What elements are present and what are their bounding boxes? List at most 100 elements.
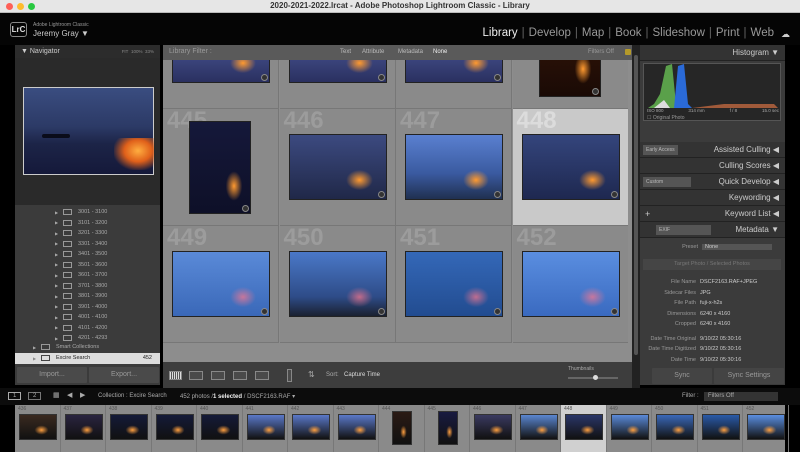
collection-excire-search[interactable]: ▶ Excire Search 452 xyxy=(15,353,160,364)
disclosure-icon[interactable]: ▶ xyxy=(55,315,63,320)
filmstrip-thumbnail[interactable] xyxy=(292,414,330,440)
folder-item[interactable]: ▶ 3501 - 3600 xyxy=(15,260,160,271)
filmstrip-filter-dropdown[interactable]: Filters Off xyxy=(704,392,778,401)
metadata-value[interactable]: JPG xyxy=(700,290,711,296)
metadata-value[interactable]: 9/10/22 05:30:16 xyxy=(700,336,741,342)
folder-item[interactable]: ▶ 3301 - 3400 xyxy=(15,239,160,250)
filmstrip-thumbnail[interactable] xyxy=(519,414,558,440)
photo-thumbnail[interactable] xyxy=(172,60,270,83)
disclosure-icon[interactable]: ▶ xyxy=(55,210,63,215)
loupe-view-icon[interactable] xyxy=(189,371,203,380)
navigator-header[interactable]: ▼ Navigator FIT 100% 33% xyxy=(15,45,160,58)
histogram-header[interactable]: Histogram ▼ xyxy=(640,45,785,61)
grid-cell[interactable]: 452 xyxy=(512,226,628,343)
photo-thumbnail[interactable] xyxy=(405,60,503,83)
module-web[interactable]: Web xyxy=(747,27,778,39)
grid-cell[interactable]: 446 xyxy=(279,109,396,226)
grid-cell[interactable]: 450 xyxy=(279,226,396,343)
forward-icon[interactable]: ▶ xyxy=(80,391,85,399)
main-window-button[interactable]: 1 xyxy=(8,392,22,400)
user-menu[interactable]: Jeremy Gray ▼ xyxy=(33,29,89,38)
grid-icon[interactable]: ▦ xyxy=(53,391,60,399)
zoom-100[interactable]: 100% xyxy=(131,49,143,54)
photo-thumbnail[interactable] xyxy=(172,251,270,317)
filmstrip-thumbnail[interactable] xyxy=(201,414,239,440)
filmstrip-cell[interactable]: 442 xyxy=(288,405,334,452)
sort-dropdown[interactable]: Capture Time xyxy=(344,372,380,378)
filmstrip-cell[interactable]: 436 xyxy=(15,405,61,452)
compare-view-icon[interactable] xyxy=(211,371,225,380)
sync-button[interactable]: Sync xyxy=(652,368,712,384)
folder-item[interactable]: ▶ 3001 - 3100 xyxy=(15,207,160,218)
photo-thumbnail[interactable] xyxy=(521,134,620,200)
filmstrip-cell[interactable]: 445 xyxy=(425,405,470,452)
disclosure-icon[interactable]: ▶ xyxy=(55,294,63,299)
grid-cell[interactable]: 451 xyxy=(396,226,512,343)
folder-item[interactable]: ▶ 3901 - 4000 xyxy=(15,302,160,313)
filmstrip-thumbnail[interactable] xyxy=(437,411,458,445)
filmstrip-cell[interactable]: 448 xyxy=(561,405,607,452)
disclosure-icon[interactable]: ▶ xyxy=(55,241,63,246)
filmstrip-cell[interactable]: 443 xyxy=(334,405,379,452)
filmstrip-cell[interactable]: 450 xyxy=(652,405,698,452)
folder-item[interactable]: ▶ 3601 - 3700 xyxy=(15,270,160,281)
filmstrip-cell[interactable]: 446 xyxy=(470,405,516,452)
grid-view-icon[interactable] xyxy=(169,371,182,380)
filmstrip-thumbnail[interactable] xyxy=(747,414,785,440)
filmstrip-thumbnail[interactable] xyxy=(155,414,194,440)
folder-item[interactable]: ▶ 3201 - 3300 xyxy=(15,228,160,239)
photo-thumbnail[interactable] xyxy=(521,251,620,317)
filmstrip-thumbnail[interactable] xyxy=(64,414,103,440)
filmstrip-cell[interactable]: 438 xyxy=(106,405,152,452)
disclosure-icon[interactable]: ▶ xyxy=(55,304,63,309)
smart-collections[interactable]: ▶ Smart Collections xyxy=(15,342,160,353)
metadata-value[interactable]: 6240 x 4160 xyxy=(700,321,730,327)
folder-item[interactable]: ▶ 3801 - 3900 xyxy=(15,291,160,302)
module-print[interactable]: Print xyxy=(712,27,744,39)
filmstrip-cell[interactable]: 452 xyxy=(743,405,789,452)
filmstrip-cell[interactable]: 440 xyxy=(197,405,243,452)
filmstrip-thumbnail[interactable] xyxy=(610,414,649,440)
folder-item[interactable]: ▶ 3701 - 3800 xyxy=(15,281,160,292)
quick-develop-preset[interactable]: Custom xyxy=(643,177,691,187)
survey-view-icon[interactable] xyxy=(233,371,247,380)
photo-thumbnail[interactable] xyxy=(538,60,601,97)
add-keyword-icon[interactable]: + xyxy=(645,206,650,222)
filmstrip-cell[interactable]: 447 xyxy=(516,405,561,452)
filter-attribute[interactable]: Attribute xyxy=(362,49,384,55)
disclosure-icon[interactable]: ▶ xyxy=(55,231,63,236)
metadata-header[interactable]: EXIF Metadata ▼ xyxy=(640,222,785,238)
photo-thumbnail[interactable] xyxy=(189,121,251,214)
back-icon[interactable]: ◀ xyxy=(67,391,72,399)
filmstrip-thumbnail[interactable] xyxy=(701,414,740,440)
filter-metadata[interactable]: Metadata xyxy=(398,49,423,55)
filmstrip-cell[interactable]: 439 xyxy=(152,405,197,452)
folder-item[interactable]: ▶ 4001 - 4100 xyxy=(15,312,160,323)
metadata-value[interactable]: 6240 x 4160 xyxy=(700,311,730,317)
filmstrip-cell[interactable]: 441 xyxy=(243,405,288,452)
cloud-icon[interactable]: ☁ xyxy=(781,29,790,40)
folder-item[interactable]: ▶ 4101 - 4200 xyxy=(15,323,160,334)
grid-cell[interactable]: 442 xyxy=(279,60,396,109)
grid-cell[interactable]: 441 xyxy=(163,60,279,109)
quick-develop-header[interactable]: Custom Quick Develop ◀ xyxy=(640,174,785,190)
culling-scores-header[interactable]: Culling Scores ◀ xyxy=(640,158,785,174)
people-view-icon[interactable] xyxy=(255,371,269,380)
grid-cell[interactable]: 443 xyxy=(396,60,512,109)
disclosure-icon[interactable]: ▶ xyxy=(55,336,63,341)
painter-icon[interactable] xyxy=(287,369,292,382)
export-button[interactable]: Export... xyxy=(89,367,159,383)
module-develop[interactable]: Develop xyxy=(525,27,575,39)
photo-thumbnail[interactable] xyxy=(405,251,503,317)
collection-source[interactable]: Collection : Excire Search xyxy=(98,393,167,399)
grid-cell[interactable]: 444 xyxy=(512,60,628,109)
keywording-header[interactable]: Keywording ◀ xyxy=(640,190,785,206)
keyword-list-header[interactable]: + Keyword List ◀ xyxy=(640,206,785,222)
module-book[interactable]: Book xyxy=(611,27,645,39)
metadata-set-dropdown[interactable]: EXIF xyxy=(656,225,711,235)
filmstrip-thumbnail[interactable] xyxy=(246,414,285,440)
filmstrip-thumbnail[interactable] xyxy=(474,414,512,440)
filter-status[interactable]: Filters Off xyxy=(588,49,614,55)
folder-item[interactable]: ▶ 3401 - 3500 xyxy=(15,249,160,260)
zoom-33[interactable]: 33% xyxy=(145,49,154,54)
